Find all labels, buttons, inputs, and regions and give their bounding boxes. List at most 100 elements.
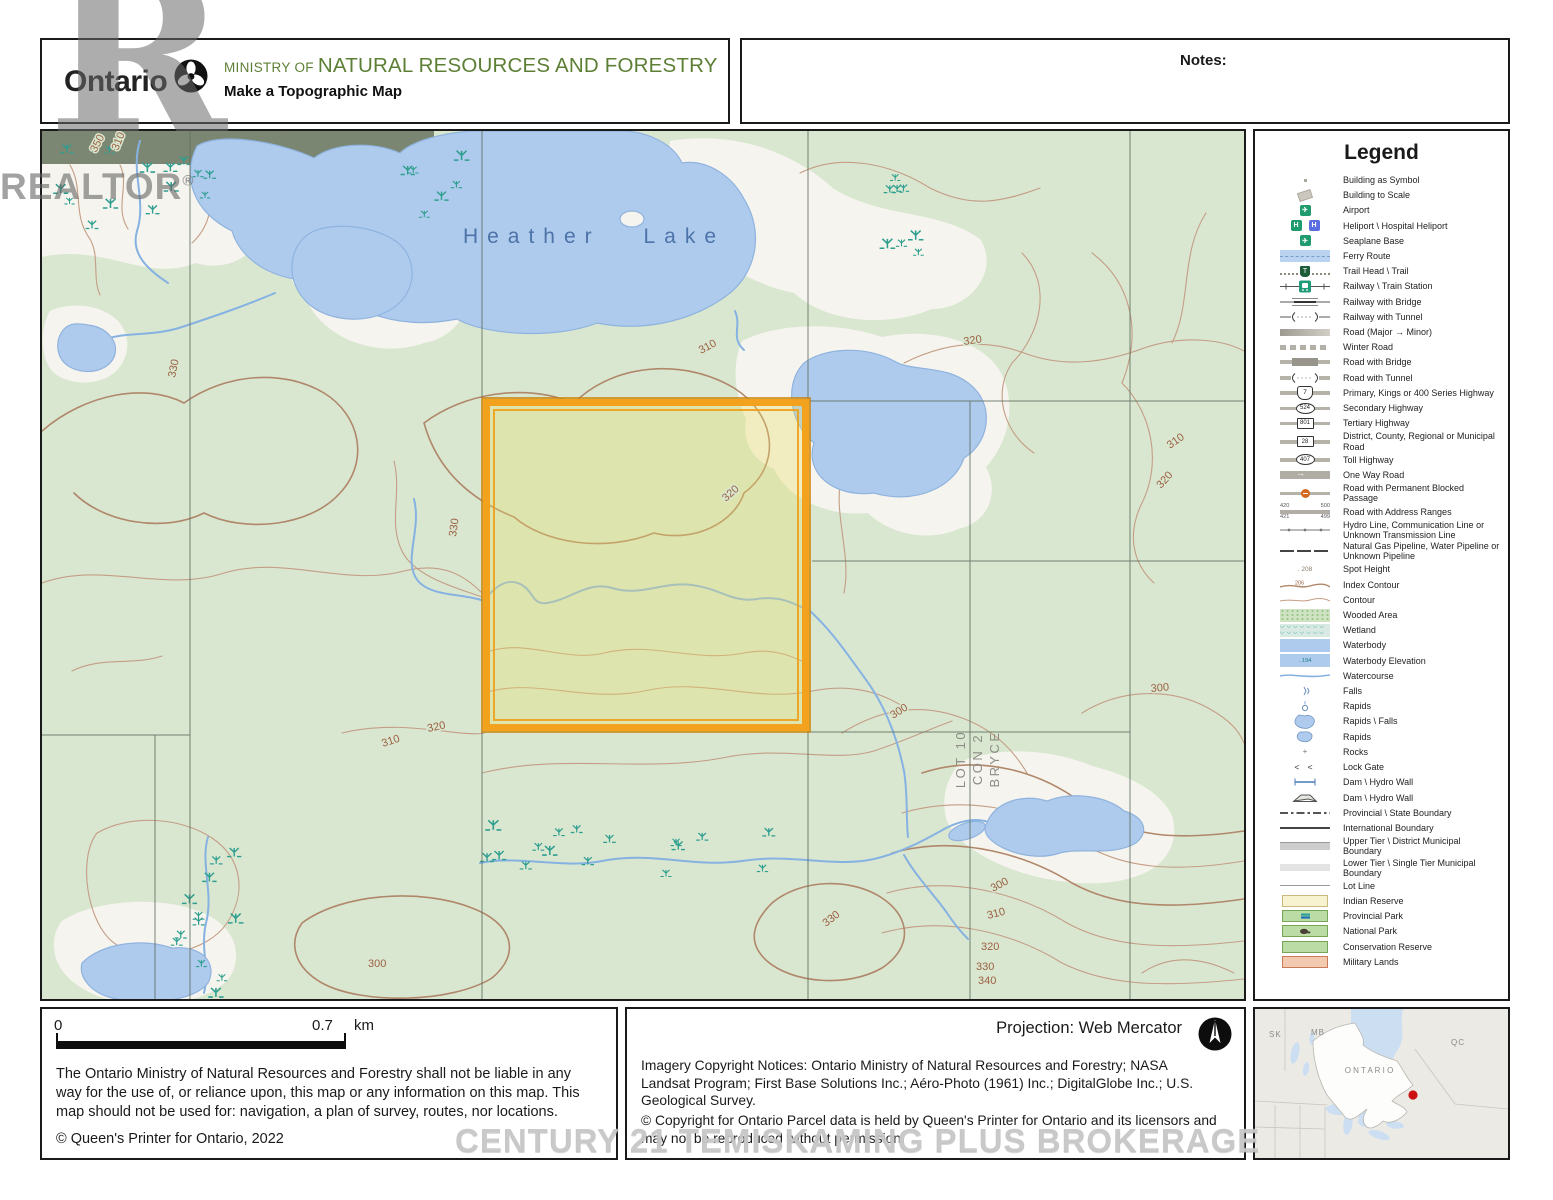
legend-item: Dam \ Hydro Wall <box>1279 791 1508 805</box>
inset-mb-label: MB <box>1311 1028 1325 1037</box>
rapids_falls-legend-icon <box>1279 714 1331 729</box>
disclaimer-text: The Ontario Ministry of Natural Resource… <box>56 1066 580 1121</box>
legend-item: T Trail Head \ Trail <box>1279 264 1508 278</box>
legend-item-label: Lower Tier \ Single Tier Municipal Bound… <box>1343 857 1476 878</box>
legend-item: Winter Road <box>1279 340 1508 354</box>
legend-item-label: Road with Tunnel <box>1343 372 1413 383</box>
legend-item-label: District, County, Regional or Municipal … <box>1343 431 1495 452</box>
road_bridge-legend-icon <box>1279 355 1331 369</box>
legend-item-label: Road with Address Ranges <box>1343 506 1452 517</box>
legend-item-label: Military Lands <box>1343 956 1399 967</box>
parcel-label-line: BRYCE <box>987 730 1002 787</box>
topographic-map: 350 310330330310 3203203103203103203003003… <box>42 131 1244 999</box>
legend-item-label: Rapids <box>1343 701 1372 712</box>
north-arrow-icon <box>1196 1015 1234 1058</box>
military-legend-icon <box>1279 955 1331 969</box>
legend-item: Road with Bridge <box>1279 355 1508 369</box>
inset-map-box: SK MB QC O N T A R I O <box>1253 1007 1510 1160</box>
legend-item: Lot Line <box>1279 879 1508 893</box>
legend-item: . 194 Waterbody Elevation <box>1279 654 1508 668</box>
legend-item: Hydro Line, Communication Line or Unknow… <box>1279 520 1508 540</box>
lake-name-label: Heather Lake <box>463 225 725 248</box>
contour-elevation-label: 300 <box>368 958 386 970</box>
legend-item: → One Way Road <box>1279 468 1508 482</box>
airport-legend-icon: ✈ <box>1279 203 1331 217</box>
legend-item: ✈ Airport <box>1279 203 1508 217</box>
legend-item-label: Provincial Park <box>1343 911 1404 922</box>
indian-legend-icon <box>1279 894 1331 908</box>
scale-bar-rule <box>56 1041 346 1049</box>
ministry-title-block: MINISTRY OF NATURAL RESOURCES AND FOREST… <box>224 54 718 100</box>
legend-item: Building to Scale <box>1279 188 1508 202</box>
inset-ontario-label: O N T A R I O <box>1345 1066 1394 1075</box>
location-marker-icon <box>1408 1090 1418 1100</box>
rail_station-legend-icon <box>1279 279 1331 293</box>
legend-item-label: Lot Line <box>1343 880 1376 891</box>
header-brand-box: Ontario MINISTRY OF NATURAL RESOURCES AN… <box>40 38 730 124</box>
legend-item: Falls <box>1279 684 1508 698</box>
legend-item: Road with Tunnel <box>1279 371 1508 385</box>
legend-item: Dam \ Hydro Wall <box>1279 775 1508 789</box>
legend-item-label: Dam \ Hydro Wall <box>1343 792 1414 803</box>
inset-sk-label: SK <box>1269 1030 1282 1039</box>
idx_contour-legend-icon: 206 <box>1279 578 1331 592</box>
legend-item-label: Building as Symbol <box>1343 174 1420 185</box>
legend-item: Rapids <box>1279 699 1508 713</box>
legend-item: < < Lock Gate <box>1279 760 1508 774</box>
notes-box: Notes: <box>740 38 1510 124</box>
heliport-legend-icon: HH <box>1279 219 1331 233</box>
cons_res-legend-icon <box>1279 940 1331 954</box>
hwy_primary-legend-icon: 7 <box>1279 385 1331 400</box>
lock-legend-icon: < < <box>1294 762 1316 773</box>
legend-item-label: Ferry Route <box>1343 250 1391 261</box>
legend-item-label: Dam \ Hydro Wall <box>1343 777 1414 788</box>
rail_bridge-legend-icon <box>1279 295 1331 309</box>
bldg_sym-legend-icon <box>1279 173 1331 187</box>
legend-item-label: Rapids \ Falls <box>1343 716 1398 727</box>
footer-scale-box: 0 0.7 km The Ontario Ministry of Natural… <box>40 1007 618 1160</box>
ontario-brand: Ontario <box>64 59 209 99</box>
highlighted-parcel <box>481 397 811 733</box>
legend-item-label: Rocks <box>1343 746 1369 757</box>
legend-item-label: Toll Highway <box>1343 454 1394 465</box>
intl_bound-legend-icon <box>1279 821 1331 835</box>
contour-elevation-label: 300 <box>1150 681 1169 695</box>
legend-rows: Building as Symbol Building to Scale ✈ Airp… <box>1255 173 1508 969</box>
scale-unit-label: km <box>354 1017 374 1034</box>
legend-item-label: Hydro Line, Communication Line or Unknow… <box>1343 519 1485 540</box>
parcel-label-line: LOT 10 <box>953 730 968 788</box>
ontario-wordmark: Ontario <box>64 64 168 98</box>
hwy_rect-legend-icon: 801 <box>1279 416 1331 430</box>
legend-item-label: Spot Height <box>1343 564 1391 575</box>
road_tunnel-legend-icon <box>1279 371 1331 385</box>
falls-legend-icon <box>1279 684 1331 698</box>
wooded-legend-icon <box>1279 608 1331 622</box>
legend-item-label: Road with Permanent Blocked Passage <box>1343 483 1465 504</box>
page-title: Make a Topographic Map <box>224 83 403 100</box>
legend-item: Rapids \ Falls <box>1279 714 1508 729</box>
legend-item: 28 District, County, Regional or Municipa… <box>1279 431 1508 452</box>
legend-item: 524 Secondary Highway <box>1279 401 1508 415</box>
pipeline-legend-icon <box>1279 544 1331 558</box>
legend-item: Railway \ Train Station <box>1279 279 1508 293</box>
legend-item: Wooded Area <box>1279 608 1508 622</box>
natl_park-legend-icon <box>1279 924 1331 938</box>
legend-item: Watercourse <box>1279 669 1508 683</box>
legend-item-label: Wooded Area <box>1343 610 1398 621</box>
legend-item-label: Falls <box>1343 686 1363 697</box>
ministry-prefix: MINISTRY OF <box>224 60 318 75</box>
legend-item: 407 Toll Highway <box>1279 453 1508 467</box>
legend-item-label: Railway with Bridge <box>1343 296 1422 307</box>
parcel-copyright-text: © Copyright for Ontario Parcel data is h… <box>641 1113 1217 1146</box>
legend-item: Road with Permanent Blocked Passage <box>1279 483 1508 503</box>
legend-item-label: International Boundary <box>1343 822 1434 833</box>
legend-item: National Park <box>1279 924 1508 938</box>
legend-item: Contour <box>1279 593 1508 607</box>
seaplane-legend-icon: ✈ <box>1279 234 1331 248</box>
lower_tier-legend-icon <box>1279 861 1331 875</box>
legend-panel: Legend Building as Symbol Building to Sca… <box>1253 129 1510 1001</box>
legend-item: Lower Tier \ Single Tier Municipal Bound… <box>1279 858 1508 878</box>
hydro-legend-icon <box>1279 523 1331 537</box>
legend-item-label: Upper Tier \ District Municipal Boundary <box>1343 836 1461 857</box>
wetland-legend-icon: ⌵⌵⌵⌵⌵⌵⌵ ⌵⌵⌵⌵⌵⌵⌵ <box>1279 623 1331 637</box>
